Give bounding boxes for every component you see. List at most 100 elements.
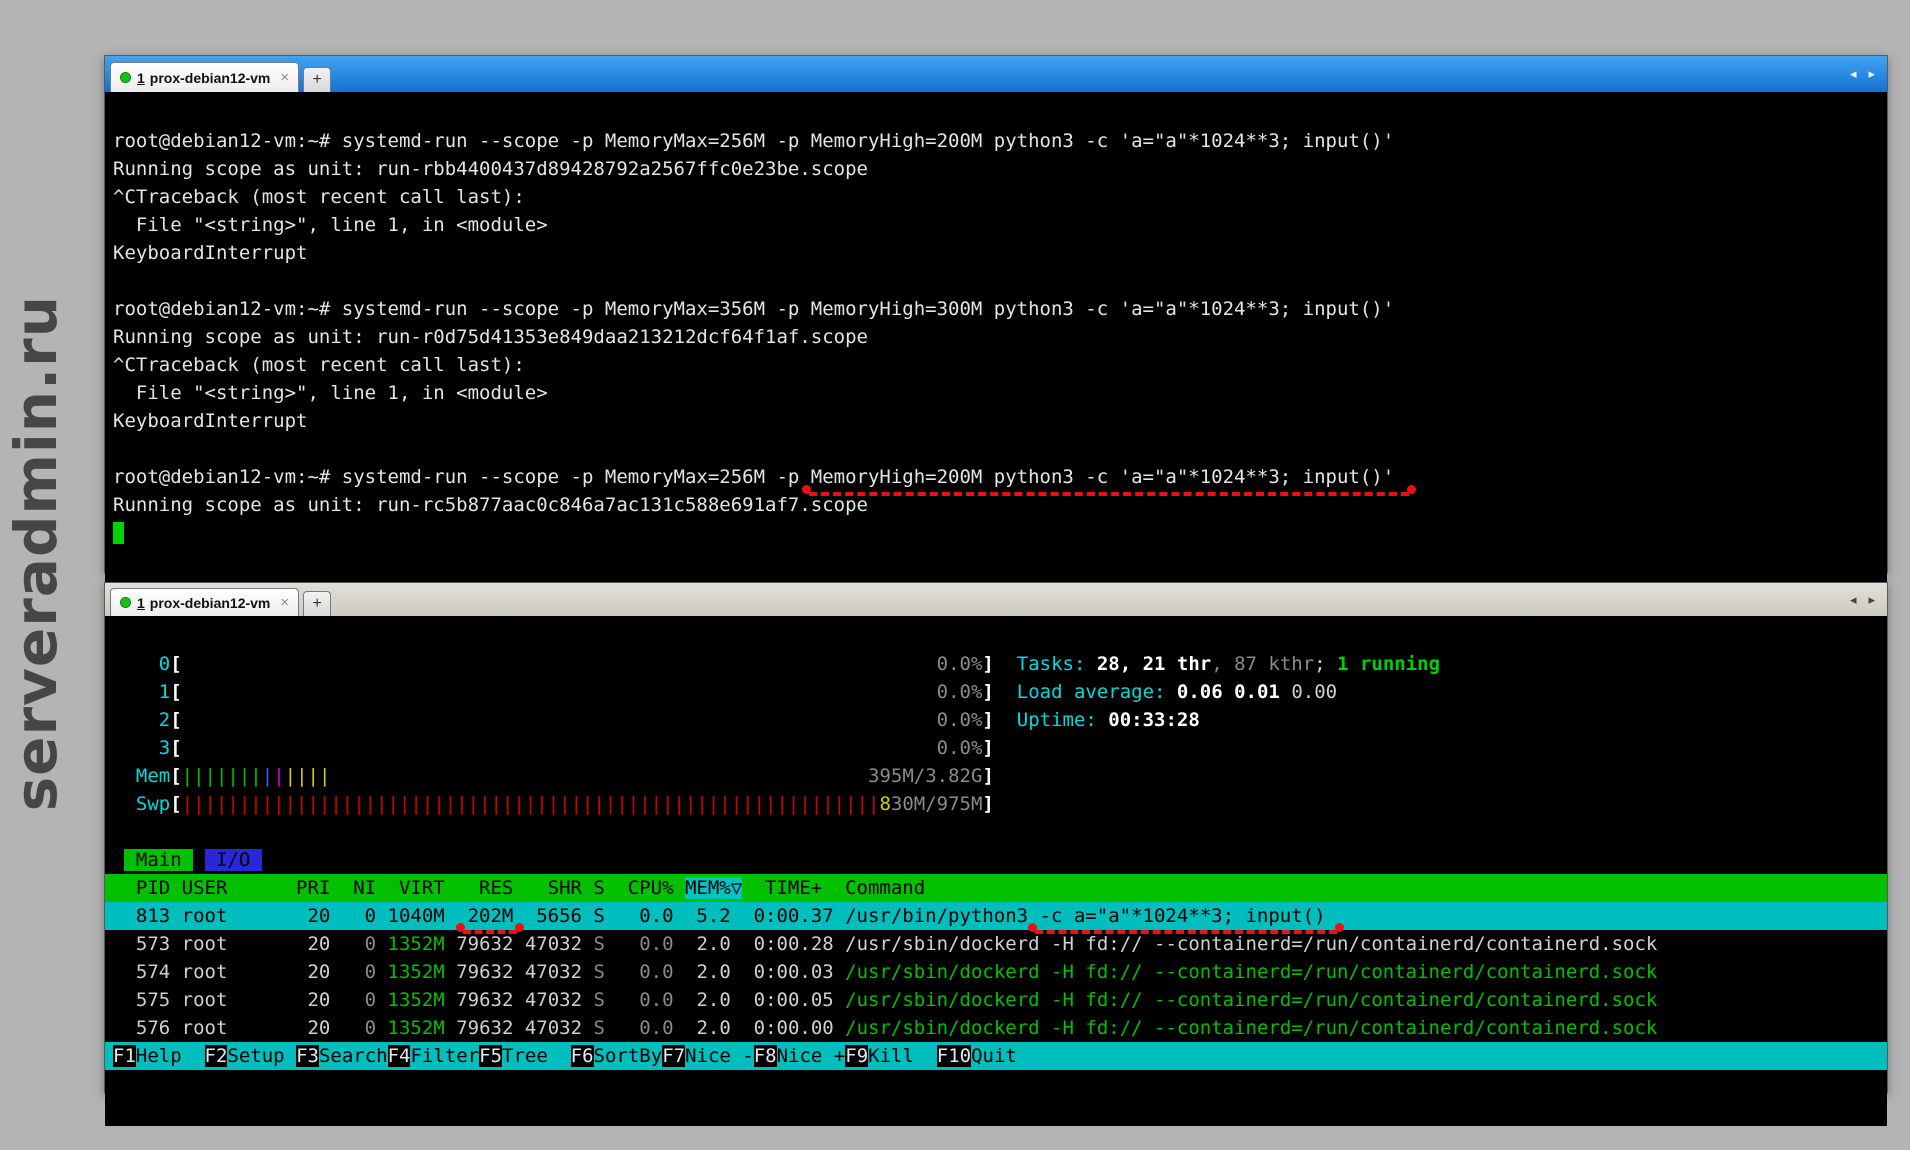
terminal-line: ^CTraceback (most recent call last): xyxy=(113,351,1879,379)
text-segment: ] xyxy=(982,737,993,759)
new-tab-button[interactable]: + xyxy=(303,591,331,616)
text-segment: I/O xyxy=(205,849,262,871)
terminal-window-top: 1 prox-debian12-vm × + ◂ ▸ root@debian12… xyxy=(104,55,1888,573)
text-segment: F1 xyxy=(113,1045,136,1067)
text-segment xyxy=(994,681,1017,703)
terminal-line xyxy=(113,519,1879,547)
text-segment: , 87 kthr xyxy=(1211,653,1314,675)
text-segment: 3 xyxy=(113,737,170,759)
text-segment: 0 xyxy=(330,933,376,955)
text-segment: TIME+ Command xyxy=(742,877,925,899)
text-segment: 79632 xyxy=(445,1017,514,1039)
tab-close-icon[interactable]: × xyxy=(280,594,289,611)
text-segment: 79632 xyxy=(445,989,514,1011)
tab-close-icon[interactable]: × xyxy=(280,69,289,86)
text-segment: 0:00.05 xyxy=(731,989,834,1011)
terminal-line: File "<string>", line 1, in <module> xyxy=(113,379,1879,407)
tab-scroll-controls: ◂ ▸ xyxy=(1838,56,1887,92)
text-segment: 573 root 20 xyxy=(113,933,330,955)
text-segment: /usr/sbin/dockerd -H fd:// --containerd=… xyxy=(834,1017,1658,1039)
text-segment xyxy=(182,681,937,703)
tabs-scroll-right-icon[interactable]: ▸ xyxy=(1868,592,1875,608)
terminal-line: 0[ 0.0%] Tasks: 28, 21 thr, 87 kthr; 1 r… xyxy=(113,650,1879,678)
text-segment: [ xyxy=(170,737,181,759)
text-segment xyxy=(113,270,124,292)
tab-session-name: prox-debian12-vm xyxy=(150,70,271,86)
text-segment xyxy=(994,653,1017,675)
text-segment: [ xyxy=(170,681,181,703)
text-segment: Nice - xyxy=(685,1045,754,1067)
text-segment: S xyxy=(582,961,605,983)
text-segment: ] xyxy=(982,709,993,731)
text-segment: 0.0% xyxy=(937,653,983,675)
text-segment: 47032 xyxy=(513,961,582,983)
text-segment: Swp xyxy=(113,793,170,815)
text-segment: root@debian12-vm:~# systemd-run --scope … xyxy=(113,130,1394,152)
text-segment: Tree xyxy=(502,1045,571,1067)
text-segment: 0 xyxy=(330,961,376,983)
terminal-line: 574 root 20 0 1352M 79632 47032 S 0.0 2.… xyxy=(113,958,1879,986)
text-segment: S xyxy=(582,1017,605,1039)
text-segment: Filter xyxy=(410,1045,479,1067)
terminal-line: 576 root 20 0 1352M 79632 47032 S 0.0 2.… xyxy=(113,1014,1879,1042)
text-segment xyxy=(182,653,937,675)
terminal-line: F1Help F2Setup F3SearchF4FilterF5Tree F6… xyxy=(105,1042,1887,1070)
new-tab-button[interactable]: + xyxy=(303,67,331,92)
text-segment xyxy=(193,849,204,871)
session-status-dot-icon xyxy=(120,597,131,608)
terminal-line: 813 root 20 0 1040M 202M 5656 S 0.0 5.2 … xyxy=(105,902,1887,930)
text-segment: [ xyxy=(170,793,181,815)
text-segment: F6 xyxy=(571,1045,594,1067)
text-segment: 2.0 xyxy=(674,933,731,955)
text-segment: 0.00 xyxy=(1291,681,1337,703)
text-segment xyxy=(113,522,124,544)
terminal-line xyxy=(113,435,1879,463)
text-segment: 79632 xyxy=(445,961,514,983)
tab-prox-debian12-vm[interactable]: 1 prox-debian12-vm × xyxy=(110,588,299,616)
tab-session-name: prox-debian12-vm xyxy=(150,595,271,611)
text-segment: PID USER PRI NI VIRT RES SHR S CPU% xyxy=(113,877,685,899)
text-segment: Tasks: xyxy=(1017,653,1097,675)
annotation-underline-command xyxy=(809,484,1409,496)
text-segment: File "<string>", line 1, in <module> xyxy=(113,214,548,236)
text-segment: 575 root 20 xyxy=(113,989,330,1011)
text-segment: ^CTraceback (most recent call last): xyxy=(113,186,525,208)
watermark: serveradmin.ru xyxy=(2,295,70,811)
text-segment: Running scope as unit: run-r0d75d41353e8… xyxy=(113,326,868,348)
text-segment: F5 xyxy=(479,1045,502,1067)
text-segment: Nice + xyxy=(777,1045,846,1067)
tab-prox-debian12-vm[interactable]: 1 prox-debian12-vm × xyxy=(110,62,299,92)
text-segment: 1 running xyxy=(1337,653,1440,675)
session-status-dot-icon xyxy=(120,72,131,83)
text-segment: File "<string>", line 1, in <module> xyxy=(113,382,548,404)
text-segment: [ xyxy=(170,653,181,675)
text-segment: [ xyxy=(170,765,181,787)
text-segment xyxy=(182,709,937,731)
text-segment: ] xyxy=(982,653,993,675)
text-segment: 47032 xyxy=(513,1017,582,1039)
text-segment: 0 xyxy=(330,1017,376,1039)
tab-title: 1 prox-debian12-vm xyxy=(137,70,270,86)
text-segment: 2.0 xyxy=(674,989,731,1011)
text-segment: /usr/sbin/dockerd -H fd:// --containerd=… xyxy=(834,989,1658,1011)
text-segment: KeyboardInterrupt xyxy=(113,410,307,432)
tabs-scroll-left-icon[interactable]: ◂ xyxy=(1850,592,1857,608)
text-segment: 0:00.00 xyxy=(731,1017,834,1039)
terminal-line xyxy=(113,818,1879,846)
terminal-line: 573 root 20 0 1352M 79632 47032 S 0.0 2.… xyxy=(113,930,1879,958)
text-segment: 0.0 xyxy=(605,961,674,983)
text-segment: Mem xyxy=(113,765,170,787)
text-segment: ; xyxy=(1314,653,1337,675)
tabs-scroll-left-icon[interactable]: ◂ xyxy=(1850,66,1857,82)
text-segment: 30M/975M xyxy=(891,793,983,815)
terminal-output-shell[interactable]: root@debian12-vm:~# systemd-run --scope … xyxy=(105,92,1887,607)
annotation-underline-python-command xyxy=(1035,922,1337,934)
tabs-scroll-right-icon[interactable]: ▸ xyxy=(1868,66,1875,82)
terminal-output-htop[interactable]: 0[ 0.0%] Tasks: 28, 21 thr, 87 kthr; 1 r… xyxy=(105,616,1887,1126)
terminal-line: KeyboardInterrupt xyxy=(113,239,1879,267)
text-segment: Main xyxy=(124,849,193,871)
text-segment: 1352M xyxy=(376,1017,445,1039)
terminal-line: 1[ 0.0%] Load average: 0.06 0.01 0.00 xyxy=(113,678,1879,706)
text-segment: 395M/3.82G xyxy=(868,765,982,787)
tab-scroll-controls: ◂ ▸ xyxy=(1838,583,1887,616)
